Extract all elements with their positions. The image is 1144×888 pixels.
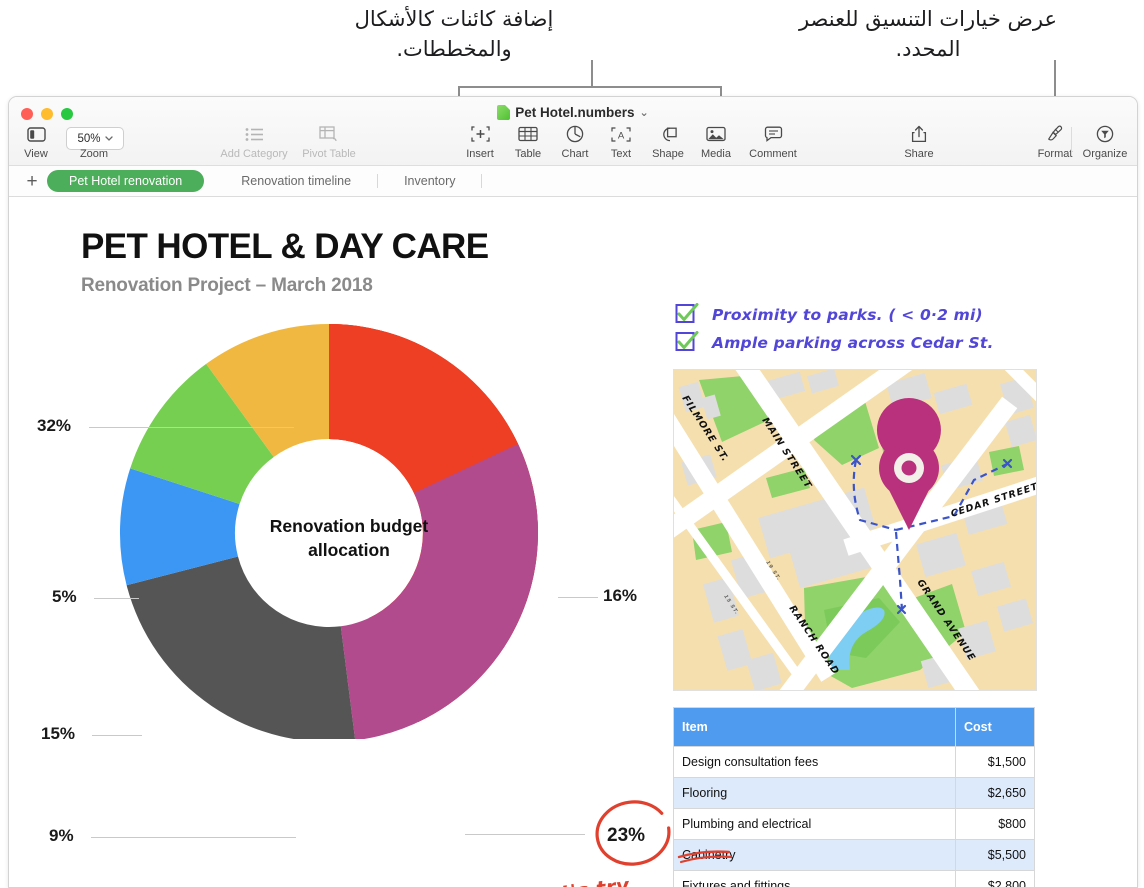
donut-center-line1: Renovation budget <box>270 516 428 536</box>
leader-line-flooring <box>92 735 142 736</box>
toolbar-label-zoom: Zoom <box>80 148 108 160</box>
pivot-icon <box>319 123 339 145</box>
table-cell-cost[interactable]: $2,650 <box>956 778 1035 809</box>
leader-line-labor <box>465 834 585 835</box>
map-image[interactable]: FILMORE ST. MAIN STREET CEDAR STREET GRA… <box>673 369 1037 691</box>
table-cell-item[interactable]: Fixtures and fittings <box>674 871 956 888</box>
toolbar-label-chart: Chart <box>562 148 589 160</box>
toolbar-button-add-category[interactable]: Add Category <box>214 123 294 160</box>
leader-line-design <box>91 837 296 838</box>
sheet-tab-inventory[interactable]: Inventory <box>388 170 471 192</box>
svg-text:A: A <box>618 130 625 141</box>
table-row[interactable]: Flooring $2,650 <box>674 778 1035 809</box>
toolbar-label-shape: Shape <box>652 148 684 160</box>
document-title-text: Pet Hotel.numbers <box>515 105 634 120</box>
paintbrush-icon <box>1046 123 1064 145</box>
comment-icon <box>764 123 783 145</box>
list-icon <box>245 123 264 145</box>
toolbar-label-pivot-table: Pivot Table <box>302 148 356 160</box>
leader-line-cabinetry <box>89 427 294 428</box>
table-row[interactable]: Plumbing and electrical $800 <box>674 809 1035 840</box>
leader-line-fixtures <box>558 597 598 598</box>
window-titlebar: Pet Hotel.numbers ⌄ View 50% Zoom Add Ca… <box>9 97 1137 166</box>
chart-value-label-flooring: 15% <box>41 724 75 744</box>
toolbar-button-pivot-table[interactable]: Pivot Table <box>294 123 364 160</box>
toolbar-label-share: Share <box>904 148 933 160</box>
callout-left-bracket-horizontal <box>458 86 722 88</box>
share-icon <box>911 123 927 145</box>
document-title[interactable]: Pet Hotel.numbers ⌄ <box>9 105 1137 120</box>
toolbar-label-media: Media <box>701 148 731 160</box>
toolbar-label-table: Table <box>515 148 541 160</box>
toolbar-label-zoom-wrap: Zoom <box>63 123 125 160</box>
toolbar-label-text: Text <box>611 148 631 160</box>
handwritten-underline-labor <box>677 845 741 867</box>
numbers-document-icon <box>497 105 510 120</box>
callout-left-vertical-line <box>591 60 593 88</box>
callout-left-text: إضافة كائنات كالأشكال والمخططات. <box>304 4 604 65</box>
add-sheet-button[interactable]: + <box>17 172 47 191</box>
chart-value-label-cabinetry: 32% <box>37 416 71 436</box>
table-cell-cost[interactable]: $2,800 <box>956 871 1035 888</box>
chart-value-label-labor: 23% <box>607 825 645 847</box>
checklist-item-2-text: Ample parking across Cedar St. <box>712 334 994 352</box>
toolbar-label-view: View <box>24 148 48 160</box>
checkbox-checked-icon-2[interactable] <box>675 331 701 353</box>
sheet-tab-bar: + Pet Hotel renovation Renovation timeli… <box>9 166 1137 197</box>
toolbar-button-view[interactable]: View <box>8 123 67 160</box>
organize-icon <box>1096 123 1114 145</box>
insert-icon <box>471 123 490 145</box>
table-header-row: Item Cost <box>674 708 1035 747</box>
toolbar-label-insert: Insert <box>466 148 494 160</box>
toolbar-label-organize: Organize <box>1083 148 1128 160</box>
donut-center-label: Renovation budget allocation <box>239 515 459 562</box>
toolbar-label-format: Format <box>1038 148 1073 160</box>
toolbar-button-organize[interactable]: Organize <box>1074 123 1136 160</box>
table-header-item[interactable]: Item <box>674 708 956 747</box>
chart-value-label-plumbing: 5% <box>52 587 77 607</box>
table-row[interactable]: Fixtures and fittings $2,800 <box>674 871 1035 888</box>
toolbar-button-media[interactable]: Media <box>685 123 747 160</box>
table-cell-cost[interactable]: $800 <box>956 809 1035 840</box>
sheet-tab-renovation-timeline[interactable]: Renovation timeline <box>225 170 367 192</box>
donut-slice-fixtures[interactable] <box>341 444 538 739</box>
table-cell-cost[interactable]: $5,500 <box>956 840 1035 871</box>
donut-center-line2: allocation <box>308 540 390 560</box>
table-cell-item[interactable]: Plumbing and electrical <box>674 809 956 840</box>
shape-icon <box>659 123 678 145</box>
table-header-cost[interactable]: Cost <box>956 708 1035 747</box>
page-title: PET HOTEL & DAY CARE <box>81 227 488 267</box>
page-subtitle: Renovation Project – March 2018 <box>81 275 373 297</box>
callout-right-text: عرض خيارات التنسيق للعنصر المحدد. <box>790 4 1066 65</box>
toolbar-label-add-category: Add Category <box>220 148 287 160</box>
toolbar-label-comment: Comment <box>749 148 797 160</box>
tab-divider <box>377 174 378 188</box>
checklist-item-1-text: Proximity to parks. ( < 0·2 mi) <box>712 306 983 324</box>
media-icon <box>706 123 726 145</box>
donut-slice-labor[interactable] <box>127 556 356 739</box>
chart-icon <box>566 123 584 145</box>
checkbox-checked-icon-1[interactable] <box>675 303 701 325</box>
table-cell-cost[interactable]: $1,500 <box>956 747 1035 778</box>
sidebar-icon <box>27 123 46 145</box>
sheet-canvas: PET HOTEL & DAY CARE Renovation Project … <box>9 197 1137 888</box>
toolbar-separator <box>1071 127 1072 155</box>
chart-value-label-design: 9% <box>49 826 74 846</box>
chart-value-label-fixtures: 16% <box>603 586 637 606</box>
table-cell-item[interactable]: Design consultation fees <box>674 747 956 778</box>
tab-divider <box>481 174 482 188</box>
text-icon: A <box>611 123 631 145</box>
sheet-tab-pet-hotel-renovation[interactable]: Pet Hotel renovation <box>47 170 204 192</box>
table-row[interactable]: Design consultation fees $1,500 <box>674 747 1035 778</box>
numbers-window: Pet Hotel.numbers ⌄ View 50% Zoom Add Ca… <box>8 96 1138 888</box>
toolbar-button-share[interactable]: Share <box>888 123 950 160</box>
chevron-down-icon[interactable]: ⌄ <box>640 106 649 119</box>
toolbar-button-comment[interactable]: Comment <box>742 123 804 160</box>
leader-line-plumbing <box>94 598 139 599</box>
table-icon <box>518 123 538 145</box>
table-cell-item[interactable]: Flooring <box>674 778 956 809</box>
